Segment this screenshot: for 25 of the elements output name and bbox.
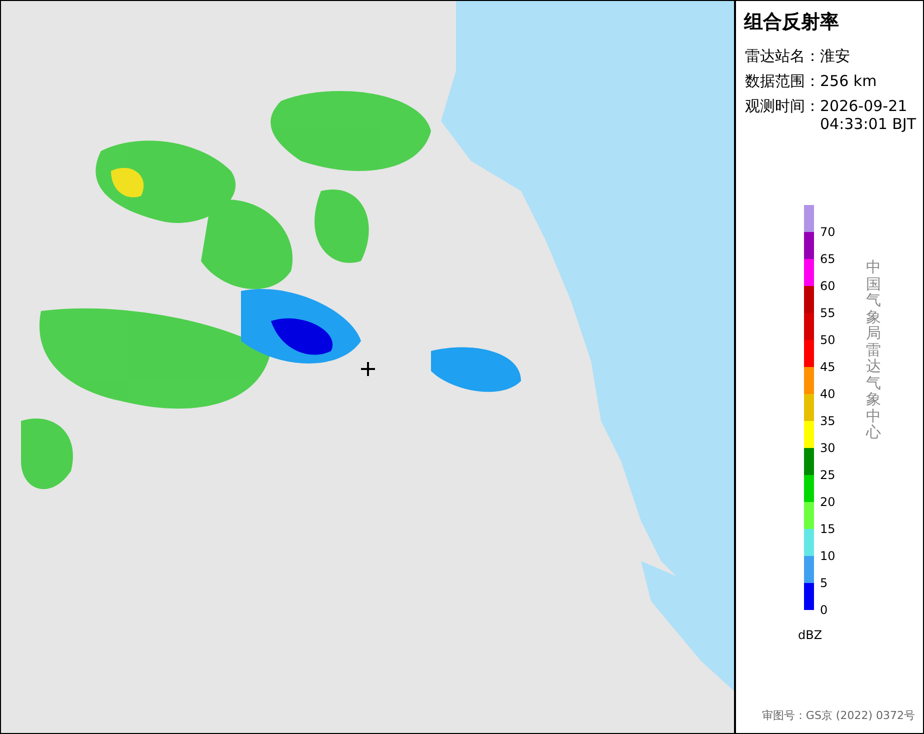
legend-label: 70 — [820, 226, 836, 238]
field-label: 数据范围： — [745, 72, 820, 91]
legend-label: 45 — [820, 361, 836, 373]
field-value: 256 km — [820, 72, 878, 91]
legend-label: 60 — [820, 280, 836, 292]
legend-label: 55 — [820, 307, 836, 319]
approval-number: 审图号：GS京 (2022) 0372号 — [760, 708, 915, 723]
panel-title: 组合反射率 — [744, 10, 840, 35]
legend-label: 15 — [820, 523, 836, 535]
legend-unit: dBZ — [798, 628, 822, 642]
legend-label: 10 — [820, 550, 836, 562]
legend-label: 20 — [820, 496, 836, 508]
legend-label: 25 — [820, 469, 836, 481]
legend-label: 50 — [820, 334, 836, 346]
field-label: 雷达站名： — [745, 47, 820, 66]
legend-label: 35 — [820, 415, 836, 427]
legend-label: 5 — [820, 577, 828, 589]
legend-label: 0 — [820, 604, 828, 616]
field-value: 淮安 — [820, 47, 851, 66]
source-label: 中国气象局雷达气象中心 — [866, 259, 881, 443]
field-label: 观测时间： — [745, 97, 820, 117]
legend-label: 30 — [820, 442, 836, 454]
field-value: 2026-09-21 04:33:01 BJT — [820, 97, 918, 133]
legend-label: 40 — [820, 388, 836, 400]
legend-label: 65 — [820, 253, 836, 265]
